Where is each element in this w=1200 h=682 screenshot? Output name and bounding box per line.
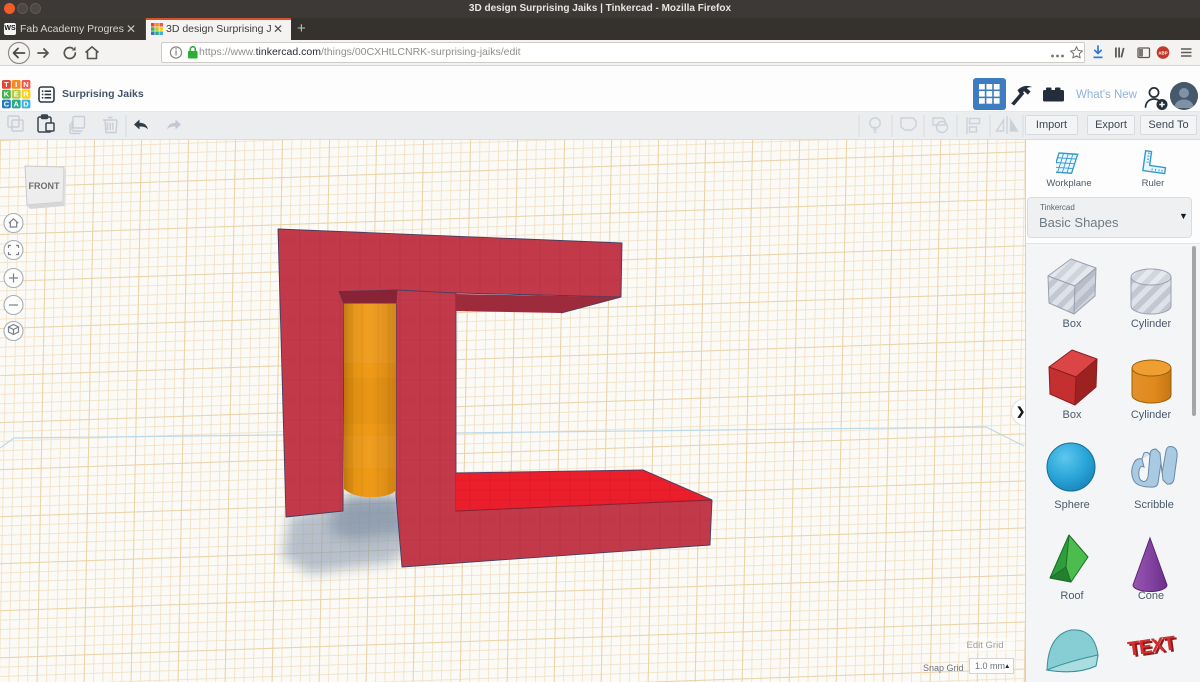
svg-text:R: R	[23, 90, 29, 99]
svg-text:T: T	[4, 80, 9, 89]
svg-text:Sphere: Sphere	[1054, 499, 1089, 511]
svg-text:I: I	[15, 80, 17, 89]
svg-text:A: A	[13, 99, 19, 108]
svg-text:Cone: Cone	[1138, 590, 1164, 602]
svg-text:Box: Box	[1063, 318, 1082, 330]
svg-text:D: D	[23, 99, 29, 108]
svg-text:ABP: ABP	[1158, 51, 1167, 56]
svg-text:Scribble: Scribble	[1134, 499, 1174, 511]
svg-text:Cylinder: Cylinder	[1131, 409, 1172, 421]
svg-text:K: K	[4, 90, 10, 99]
svg-text:C: C	[4, 99, 10, 108]
svg-text:Cylinder: Cylinder	[1131, 318, 1172, 330]
svg-text:E: E	[14, 90, 19, 99]
svg-text:Roof: Roof	[1060, 590, 1084, 602]
svg-text:FRONT: FRONT	[29, 181, 60, 191]
svg-text:N: N	[23, 80, 28, 89]
svg-text:Box: Box	[1063, 409, 1082, 421]
